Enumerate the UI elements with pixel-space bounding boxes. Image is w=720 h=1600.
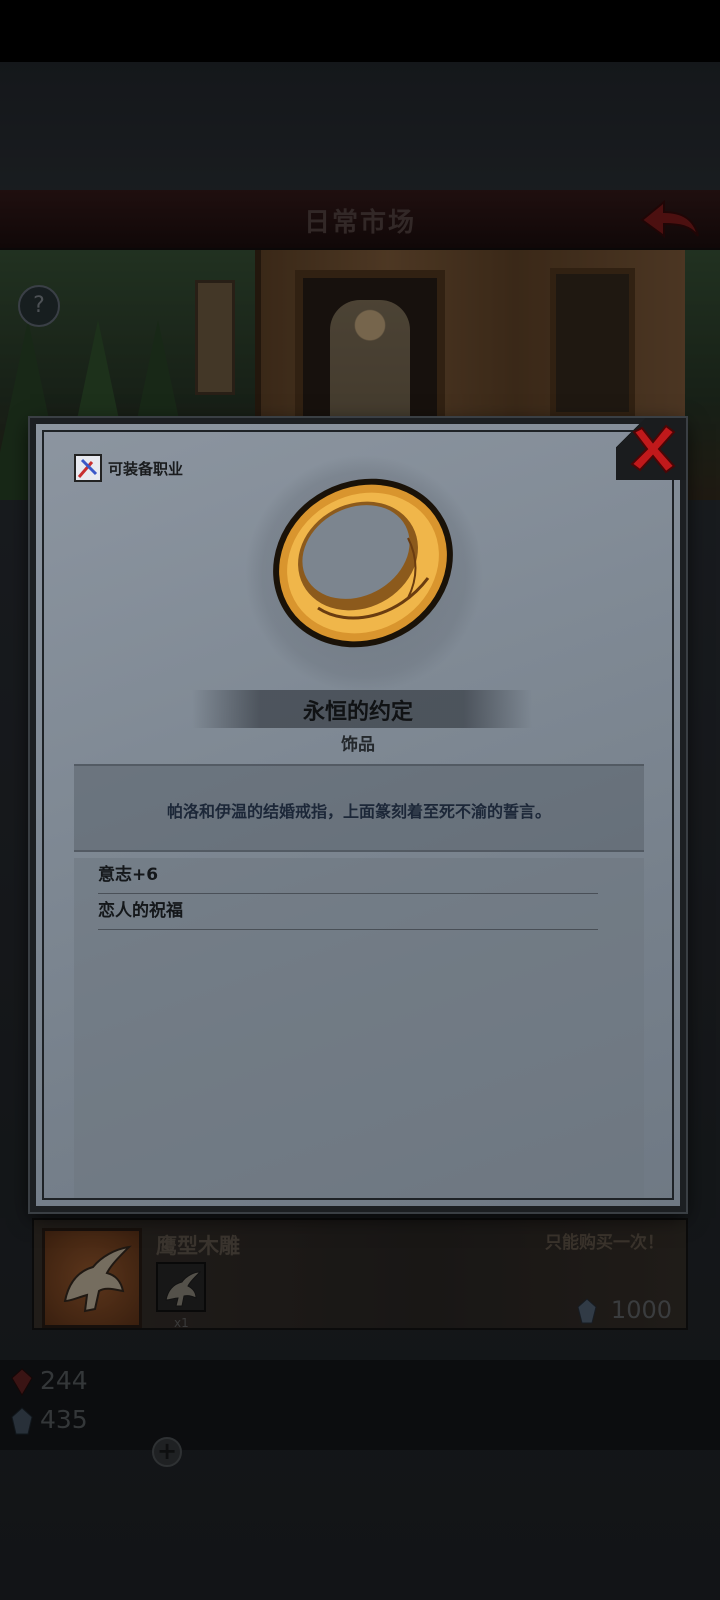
close-button[interactable] — [616, 418, 686, 480]
item-description: 帕洛和伊温的结婚戒指，上面篆刻着至死不渝的誓言。 — [166, 802, 551, 821]
equippable-class[interactable]: 可装备职业 — [74, 454, 183, 482]
item-name: 永恒的约定 — [302, 700, 413, 725]
description-box: 帕洛和伊温的结婚戒指，上面篆刻着至死不渝的誓言。 — [74, 764, 644, 852]
item-detail-modal: 可装备职业 永恒的约定 饰品 帕洛和伊温的结婚戒指，上面篆刻着至死不渝的誓言。 … — [30, 418, 686, 1212]
class-icon — [74, 454, 102, 482]
stat-line: 恋人的祝福 — [98, 894, 598, 930]
close-icon — [630, 424, 676, 474]
stats-box: 意志+6 恋人的祝福 — [74, 858, 644, 1198]
stat-line: 意志+6 — [98, 858, 598, 894]
gold-ring-icon — [273, 478, 453, 648]
class-label: 可装备职业 — [108, 459, 184, 478]
item-type: 饰品 — [341, 735, 375, 755]
